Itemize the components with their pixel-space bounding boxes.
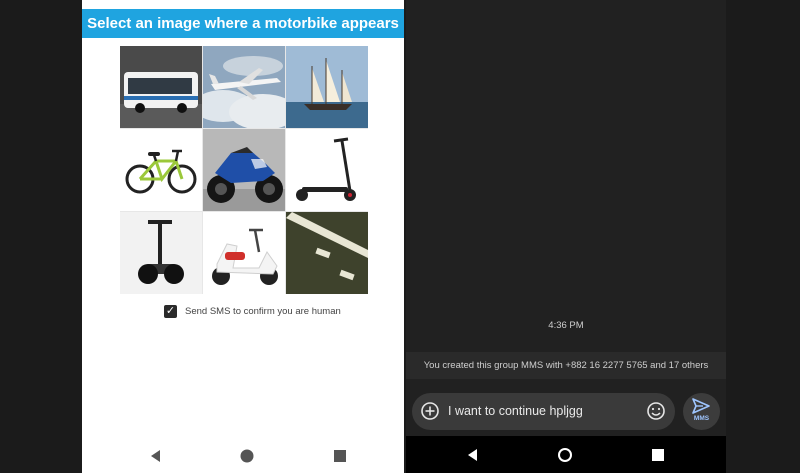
sport-motorbike-image <box>203 129 285 211</box>
captcha-screen: Select an image where a motorbike appear… <box>82 0 404 473</box>
left-navigation-bar <box>82 438 404 473</box>
send-mms-button[interactable]: MMS <box>683 393 720 430</box>
tile-bus[interactable] <box>120 46 202 128</box>
send-mms-label: MMS <box>693 415 710 422</box>
segway-image <box>120 212 202 294</box>
electric-scooter-image <box>286 129 368 211</box>
group-created-notice: You created this group MMS with +882 16 … <box>406 352 726 379</box>
tile-segway[interactable] <box>120 212 202 294</box>
sms-checkbox-label: Send SMS to confirm you are human <box>185 306 341 317</box>
tile-sailboat[interactable] <box>286 46 368 128</box>
bicycle-image <box>120 129 202 211</box>
back-icon[interactable] <box>146 446 166 466</box>
send-icon <box>692 398 710 414</box>
captcha-image-grid <box>120 46 368 294</box>
sms-checkbox[interactable]: ✓ <box>164 305 177 318</box>
tile-electric-scooter[interactable] <box>286 129 368 211</box>
sailboat-image <box>286 46 368 128</box>
compose-text[interactable]: I want to continue hpljgg <box>448 393 583 430</box>
screenshot: Select an image where a motorbike appear… <box>0 0 800 473</box>
captcha-title: Select an image where a motorbike appear… <box>82 9 404 38</box>
tile-road[interactable] <box>286 212 368 294</box>
airplane-image <box>203 46 285 128</box>
home-icon[interactable] <box>555 445 575 465</box>
emoji-icon[interactable] <box>646 401 666 421</box>
recents-icon[interactable] <box>648 445 668 465</box>
motor-scooter-image <box>203 212 285 294</box>
home-icon[interactable] <box>237 446 257 466</box>
road-marking-image <box>286 212 368 294</box>
tile-motorbike[interactable] <box>203 129 285 211</box>
right-navigation-bar <box>406 436 726 473</box>
message-timestamp: 4:36 PM <box>548 320 584 331</box>
sms-confirm-row[interactable]: ✓ Send SMS to confirm you are human <box>164 305 341 318</box>
recents-icon[interactable] <box>330 446 350 466</box>
tile-motor-scooter[interactable] <box>203 212 285 294</box>
compose-field[interactable]: I want to continue hpljgg <box>412 393 675 430</box>
add-attachment-icon[interactable] <box>420 401 440 421</box>
back-icon[interactable] <box>463 445 483 465</box>
bus-image <box>120 46 202 128</box>
tile-bicycle[interactable] <box>120 129 202 211</box>
messages-screen: 4:36 PM You created this group MMS with … <box>406 0 726 473</box>
tile-airplane[interactable] <box>203 46 285 128</box>
